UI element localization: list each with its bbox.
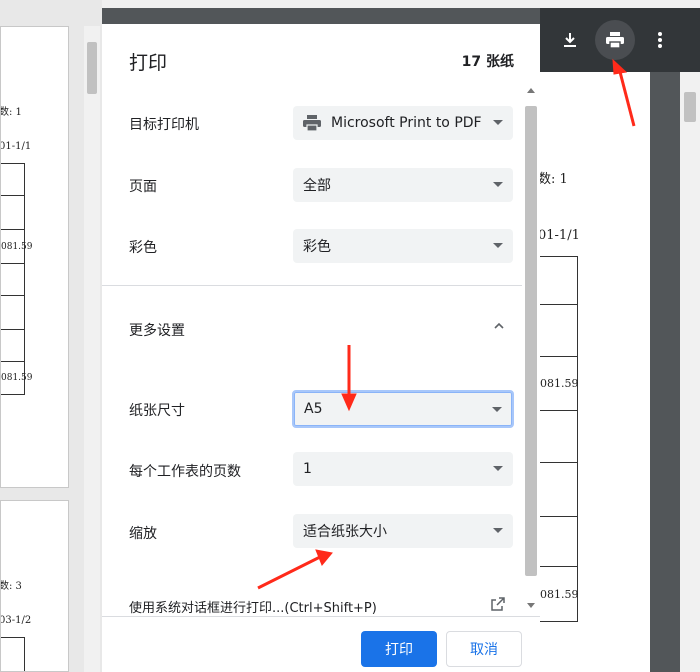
more-options-button[interactable] xyxy=(640,20,680,60)
dialog-footer: 打印 取消 xyxy=(102,616,540,672)
preview-page-header: 数: 3 xyxy=(0,581,22,592)
preview-table xyxy=(1,637,25,671)
system-dialog-link[interactable]: 使用系统对话框进行打印...(Ctrl+Shift+P) xyxy=(129,597,479,616)
paper-size-value: A5 xyxy=(304,401,323,417)
table-cell: 081.59 xyxy=(1,242,33,252)
dialog-scrollbar[interactable] xyxy=(524,88,538,608)
table-row: 081.59 xyxy=(1,362,33,394)
more-vert-icon xyxy=(658,32,662,48)
preview-page-date: 01-1/1 xyxy=(0,141,32,152)
table-row: 081.59 xyxy=(1,230,33,264)
scroll-up-icon[interactable] xyxy=(527,88,535,93)
scale-select[interactable]: 适合纸张大小 xyxy=(293,514,513,548)
pdf-viewer-toolbar xyxy=(540,8,700,72)
table-row: 081.59 xyxy=(540,567,579,621)
pdf-scrollbar[interactable] xyxy=(680,72,700,672)
preview-scrollbar[interactable] xyxy=(84,26,100,672)
preview-page-2[interactable]: 数: 3 03-1/2 xyxy=(0,500,69,672)
preview-page-date: 03-1/2 xyxy=(0,615,32,626)
paper-size-label: 纸张尺寸 xyxy=(129,403,185,419)
open-in-new-icon[interactable] xyxy=(490,596,506,612)
chevron-up-icon[interactable] xyxy=(494,321,504,331)
chevron-down-icon xyxy=(492,407,502,412)
print-submit-button[interactable]: 打印 xyxy=(361,631,437,667)
scale-label: 缩放 xyxy=(129,526,157,542)
table-cell: 081.59 xyxy=(540,587,579,601)
scrollbar-thumb[interactable] xyxy=(87,42,97,94)
color-value: 彩色 xyxy=(303,239,331,255)
table-row xyxy=(1,196,24,230)
download-icon xyxy=(564,33,576,47)
table-row xyxy=(540,305,577,357)
scale-value: 适合纸张大小 xyxy=(303,524,387,540)
table-row xyxy=(1,264,24,296)
printer-icon xyxy=(303,115,321,131)
scrollbar-thumb[interactable] xyxy=(684,92,696,122)
pages-select[interactable]: 全部 xyxy=(293,168,513,202)
pdf-table: 081.59 081.59 xyxy=(540,256,579,622)
pdf-page-date: 01-1/1 xyxy=(540,228,580,243)
divider xyxy=(102,285,522,286)
chevron-down-icon xyxy=(493,182,503,187)
pdf-page: 数: 1 01-1/1 081.59 081.59 xyxy=(540,72,650,672)
pages-per-sheet-label: 每个工作表的页数 xyxy=(129,464,241,480)
browser-top-strip xyxy=(0,0,700,8)
dialog-title: 打印 xyxy=(129,52,168,74)
table-row: 081.59 xyxy=(540,357,579,411)
table-row xyxy=(1,164,24,196)
table-row xyxy=(540,411,577,463)
scroll-down-icon[interactable] xyxy=(527,603,535,608)
chevron-down-icon xyxy=(493,466,503,471)
chevron-down-icon xyxy=(493,243,503,248)
chevron-down-icon xyxy=(493,120,503,125)
table-row xyxy=(540,463,577,517)
preview-table: 081.59 081.59 xyxy=(1,163,33,395)
table-cell: 081.59 xyxy=(1,373,33,383)
pages-per-sheet-select[interactable]: 1 xyxy=(293,452,513,486)
more-settings-toggle[interactable]: 更多设置 xyxy=(129,320,185,340)
table-cell: 081.59 xyxy=(540,377,579,390)
print-button[interactable] xyxy=(595,20,635,60)
table-row xyxy=(540,257,577,305)
print-dialog: 打印 17 张纸 目标打印机 Microsoft Print to PDF 页面… xyxy=(102,24,540,672)
chevron-down-icon xyxy=(493,528,503,533)
download-button[interactable] xyxy=(550,20,590,60)
destination-value: Microsoft Print to PDF xyxy=(331,115,482,131)
table-row xyxy=(540,517,577,567)
destination-select[interactable]: Microsoft Print to PDF xyxy=(293,106,513,140)
color-select[interactable]: 彩色 xyxy=(293,229,513,263)
pdf-page-header: 数: 1 xyxy=(540,172,568,187)
pages-per-sheet-value: 1 xyxy=(303,461,312,477)
destination-label: 目标打印机 xyxy=(129,117,199,133)
sheet-count: 17 张纸 xyxy=(461,54,514,70)
paper-size-select[interactable]: A5 xyxy=(292,390,514,428)
pages-label: 页面 xyxy=(129,179,157,195)
preview-page-header: 数: 1 xyxy=(0,107,22,118)
print-icon xyxy=(606,32,624,49)
color-label: 彩色 xyxy=(129,240,157,256)
cancel-button[interactable]: 取消 xyxy=(446,631,522,667)
pages-value: 全部 xyxy=(303,178,331,194)
table-row xyxy=(1,296,24,330)
preview-page-1[interactable]: 数: 1 01-1/1 081.59 081.59 xyxy=(0,26,69,488)
table-row xyxy=(1,330,24,362)
scrollbar-thumb[interactable] xyxy=(525,106,537,576)
